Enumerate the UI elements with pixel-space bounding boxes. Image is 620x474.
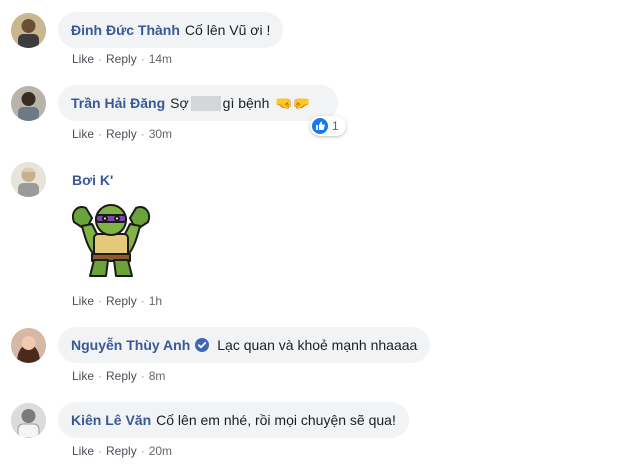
avatar[interactable]	[11, 328, 46, 363]
separator: ·	[98, 369, 103, 383]
reaction-count: 1	[332, 119, 339, 133]
comment-time[interactable]: 14m	[149, 52, 172, 66]
separator: ·	[140, 294, 145, 308]
comment-bubble: Kiên Lê Văn Cố lên em nhé, rồi mọi chuyệ…	[58, 402, 409, 438]
comment-bubble: Nguyễn Thùy Anh Lạc quan và khoẻ mạnh nh…	[58, 327, 431, 363]
fist-bump-emoji: 🤜🤛	[275, 94, 311, 111]
reply-link[interactable]: Reply	[106, 369, 137, 383]
like-link[interactable]: Like	[72, 369, 94, 383]
comment-bubble: Trần Hải Đăng Sợ gì bệnh 🤜🤛	[58, 85, 339, 121]
separator: ·	[98, 294, 103, 308]
like-link[interactable]: Like	[72, 127, 94, 141]
avatar[interactable]	[11, 13, 46, 48]
avatar[interactable]	[11, 403, 46, 438]
comment-actions: Like · Reply · 1h	[72, 294, 162, 308]
reaction-summary[interactable]: 1	[310, 116, 346, 136]
like-link[interactable]: Like	[72, 444, 94, 458]
avatar[interactable]	[11, 162, 46, 197]
separator: ·	[98, 127, 103, 141]
reply-link[interactable]: Reply	[106, 52, 137, 66]
reply-link[interactable]: Reply	[106, 127, 137, 141]
comment-text-end: gì bệnh	[222, 95, 270, 111]
comment-author[interactable]: Kiên Lê Văn	[71, 412, 151, 428]
reply-link[interactable]: Reply	[106, 294, 137, 308]
separator: ·	[140, 369, 145, 383]
verified-badge-icon	[195, 338, 210, 352]
comment-actions: Like · Reply · 14m	[72, 52, 172, 66]
like-link[interactable]: Like	[72, 52, 94, 66]
comment-author[interactable]: Nguyễn Thùy Anh	[71, 337, 190, 353]
comment-text-start: Sợ	[170, 95, 189, 111]
comment-actions: Like · Reply · 30m	[72, 127, 172, 141]
censored-word	[190, 95, 221, 111]
separator: ·	[140, 127, 145, 141]
reply-link[interactable]: Reply	[106, 444, 137, 458]
comment-actions: Like · Reply · 8m	[72, 369, 165, 383]
separator: ·	[140, 52, 145, 66]
separator: ·	[140, 444, 145, 458]
comment-actions: Like · Reply · 20m	[72, 444, 172, 458]
like-link[interactable]: Like	[72, 294, 94, 308]
comment-bubble: Đinh Đức Thành Cố lên Vũ ơi !	[58, 12, 284, 48]
comment-time[interactable]: 30m	[149, 127, 172, 141]
ninja-turtle-sticker	[66, 196, 156, 280]
comment-text: Cố lên em nhé, rồi mọi chuyện sẽ qua!	[156, 412, 396, 428]
comment-time[interactable]: 8m	[149, 369, 166, 383]
comment-text: Cố lên Vũ ơi !	[184, 22, 271, 38]
comment-text: Lạc quan và khoẻ mạnh nhaaaa	[217, 337, 418, 353]
comment-author[interactable]: Bơi K'	[72, 172, 113, 188]
separator: ·	[98, 52, 103, 66]
avatar[interactable]	[11, 86, 46, 121]
comment-author[interactable]: Đinh Đức Thành	[71, 22, 180, 38]
thumbs-up-icon	[312, 118, 328, 134]
comment-author[interactable]: Trần Hải Đăng	[71, 95, 165, 111]
separator: ·	[98, 444, 103, 458]
comment-time[interactable]: 20m	[149, 444, 172, 458]
comment-time[interactable]: 1h	[149, 294, 162, 308]
